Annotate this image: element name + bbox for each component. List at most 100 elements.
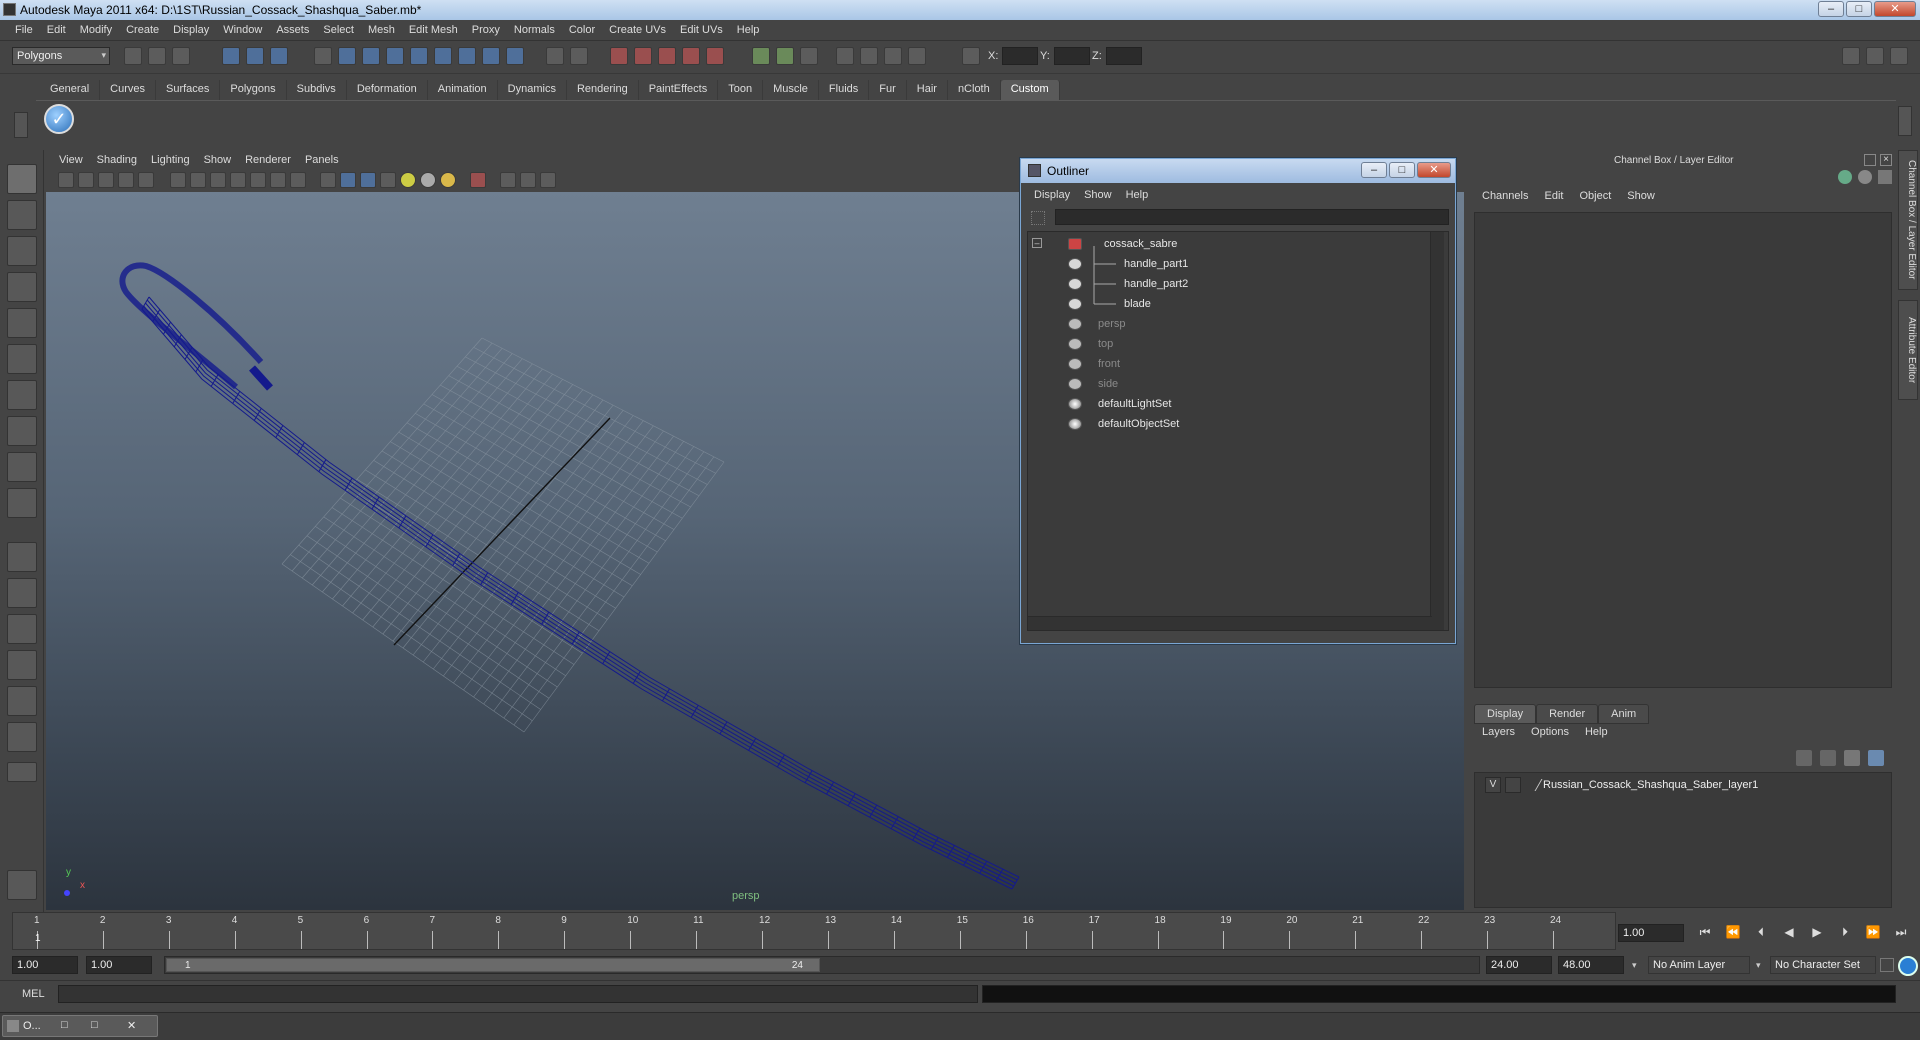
wireframe-icon[interactable]	[320, 172, 336, 188]
layer-tab-display[interactable]: Display	[1474, 704, 1537, 724]
select-deformations-icon[interactable]	[434, 47, 452, 65]
menu-create-uvs[interactable]: Create UVs	[602, 24, 673, 36]
layer-attributes-icon[interactable]	[1868, 750, 1884, 766]
command-input[interactable]	[58, 985, 978, 1003]
shelf-menu-icon[interactable]	[14, 112, 28, 138]
menu-help[interactable]: Help	[730, 24, 767, 36]
close-button[interactable]: ✕	[1874, 1, 1916, 17]
shelf-tab-fur[interactable]: Fur	[869, 80, 907, 100]
menu-select[interactable]: Select	[316, 24, 361, 36]
shadows-icon[interactable]	[440, 172, 456, 188]
select-surfaces-icon[interactable]	[410, 47, 428, 65]
attribute-editor-toggle-icon[interactable]	[1842, 47, 1860, 65]
all-lights-icon[interactable]	[420, 172, 436, 188]
outliner-maximize-button[interactable]: □	[1389, 162, 1415, 178]
minimized-maximize-button[interactable]: □	[91, 1019, 98, 1031]
channel-box-menu-channels[interactable]: Channels	[1474, 190, 1536, 210]
ipr-render-icon[interactable]	[884, 47, 902, 65]
minimized-close-button[interactable]: ✕	[127, 1019, 136, 1032]
hypershade-layout-icon[interactable]	[7, 722, 37, 752]
new-layer-icon[interactable]	[1796, 750, 1812, 766]
menu-edit-uvs[interactable]: Edit UVs	[673, 24, 730, 36]
menu-create[interactable]: Create	[119, 24, 166, 36]
shelf-tab-deformation[interactable]: Deformation	[347, 80, 428, 100]
construction-history-icon[interactable]	[800, 47, 818, 65]
channel-box-edit-icon[interactable]	[1878, 170, 1892, 184]
step-back-frame-button[interactable]: ⏴	[1752, 925, 1770, 941]
outliner-minimize-button[interactable]: –	[1361, 162, 1387, 178]
viewport-menu-view[interactable]: View	[52, 154, 90, 166]
viewport-menu-panels[interactable]: Panels	[298, 154, 346, 166]
film-gate-icon[interactable]	[190, 172, 206, 188]
command-language-label[interactable]: MEL	[22, 988, 45, 1000]
isolate-select-icon[interactable]	[470, 172, 486, 188]
snap-curve-icon[interactable]	[634, 47, 652, 65]
smooth-shade-icon[interactable]	[340, 172, 356, 188]
shelf-tab-subdivs[interactable]: Subdivs	[287, 80, 347, 100]
outliner-persp-graph-layout-icon[interactable]	[7, 686, 37, 716]
menu-window[interactable]: Window	[216, 24, 269, 36]
render-current-icon[interactable]	[860, 47, 878, 65]
single-perspective-layout-icon[interactable]	[7, 542, 37, 572]
shelf-tab-general[interactable]: General	[40, 80, 101, 100]
minimized-outliner-item[interactable]: O... □ □ ✕	[2, 1015, 158, 1037]
outliner-menu-help[interactable]: Help	[1119, 189, 1156, 201]
select-tool-icon[interactable]	[7, 164, 37, 194]
snap-point-icon[interactable]	[658, 47, 676, 65]
default-lighting-icon[interactable]	[400, 172, 416, 188]
render-view-icon[interactable]	[836, 47, 854, 65]
animation-preferences-icon[interactable]	[1898, 956, 1918, 976]
new-scene-icon[interactable]	[124, 47, 142, 65]
layer-menu-options[interactable]: Options	[1523, 726, 1577, 738]
2d-pan-zoom-icon[interactable]	[138, 172, 154, 188]
checkmark-shelf-icon[interactable]: ✓	[44, 104, 74, 134]
menu-proxy[interactable]: Proxy	[465, 24, 507, 36]
anim-layer-dropdown-arrow-icon[interactable]: ▾	[1632, 960, 1637, 971]
snap-grid-icon[interactable]	[610, 47, 628, 65]
safe-action-icon[interactable]	[270, 172, 286, 188]
field-chart-icon[interactable]	[250, 172, 266, 188]
layer-visibility-toggle[interactable]: V	[1485, 777, 1501, 793]
layer-menu-help[interactable]: Help	[1577, 726, 1616, 738]
wireframe-on-shaded-icon[interactable]	[360, 172, 376, 188]
outliner-search-input[interactable]	[1055, 209, 1449, 225]
xray-icon[interactable]	[500, 172, 516, 188]
shelf-tab-dynamics[interactable]: Dynamics	[498, 80, 567, 100]
menu-color[interactable]: Color	[562, 24, 602, 36]
attribute-editor-side-tab[interactable]: Attribute Editor	[1898, 300, 1918, 400]
range-slider[interactable]: 1 24	[164, 956, 1480, 974]
channel-box-side-tab[interactable]: Channel Box / Layer Editor	[1898, 150, 1918, 290]
select-rendering-icon[interactable]	[482, 47, 500, 65]
go-to-start-button[interactable]: ⏮	[1696, 925, 1714, 941]
select-curves-icon[interactable]	[386, 47, 404, 65]
menu-display[interactable]: Display	[166, 24, 216, 36]
menu-file[interactable]: File	[8, 24, 40, 36]
tool-settings-toggle-icon[interactable]	[1866, 47, 1884, 65]
layer-row[interactable]: V Russian_Cossack_Shashqua_Saber_layer1	[1479, 777, 1887, 793]
play-forwards-button[interactable]: ▶	[1808, 925, 1826, 941]
current-frame-field[interactable]: 1.00	[1618, 924, 1684, 942]
grid-icon[interactable]	[170, 172, 186, 188]
maximize-button[interactable]: □	[1846, 1, 1872, 17]
textured-icon[interactable]	[380, 172, 396, 188]
outliner-vertical-scrollbar[interactable]	[1430, 232, 1444, 630]
channel-box-float-icon[interactable]	[1864, 154, 1876, 166]
channel-box-menu-object[interactable]: Object	[1571, 190, 1619, 210]
range-slider-handle[interactable]: 1 24	[166, 958, 820, 972]
save-scene-icon[interactable]	[172, 47, 190, 65]
select-component-icon[interactable]	[270, 47, 288, 65]
menu-set-dropdown[interactable]: Polygons	[12, 47, 110, 65]
persp-outliner-layout-icon[interactable]	[7, 614, 37, 644]
grab-tool-icon[interactable]	[7, 870, 37, 900]
lasso-tool-icon[interactable]	[7, 200, 37, 230]
outliner-close-button[interactable]: ✕	[1417, 162, 1451, 178]
select-dynamics-icon[interactable]	[458, 47, 476, 65]
select-object-icon[interactable]	[246, 47, 264, 65]
menu-mesh[interactable]: Mesh	[361, 24, 402, 36]
shelf-tab-animation[interactable]: Animation	[428, 80, 498, 100]
bookmark-icon[interactable]	[98, 172, 114, 188]
shelf-tab-rendering[interactable]: Rendering	[567, 80, 639, 100]
xray-joints-icon[interactable]	[520, 172, 536, 188]
show-manipulator-tool-icon[interactable]	[7, 452, 37, 482]
auto-key-icon[interactable]	[1880, 958, 1894, 972]
